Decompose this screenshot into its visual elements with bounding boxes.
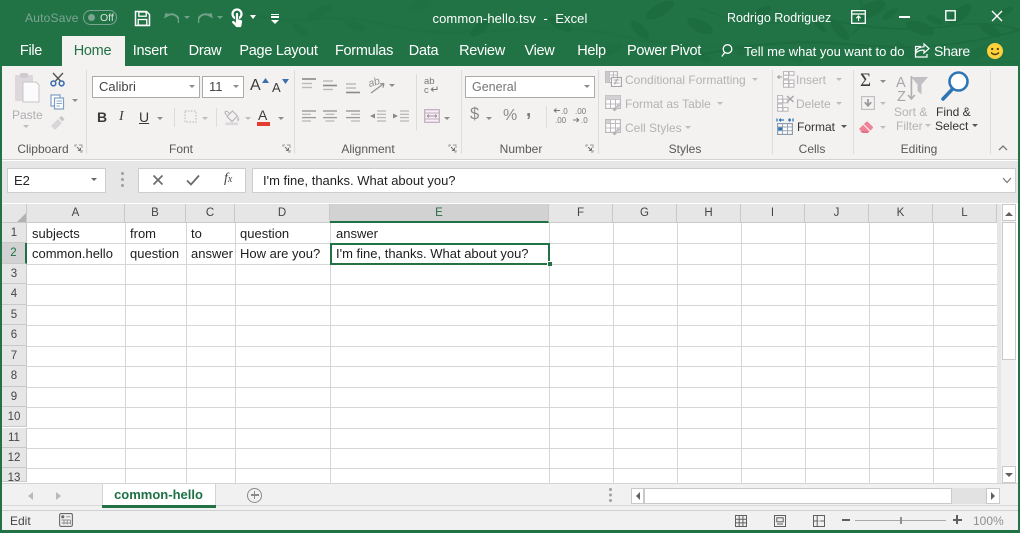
svg-text:.00: .00 (575, 107, 587, 116)
svg-text:ab: ab (368, 76, 382, 90)
svg-text:c: c (424, 85, 429, 94)
svg-text:.0: .0 (561, 107, 568, 116)
svg-text:.00: .00 (555, 116, 567, 124)
svg-text:.0: .0 (581, 116, 588, 124)
svg-text:Z: Z (897, 89, 906, 102)
